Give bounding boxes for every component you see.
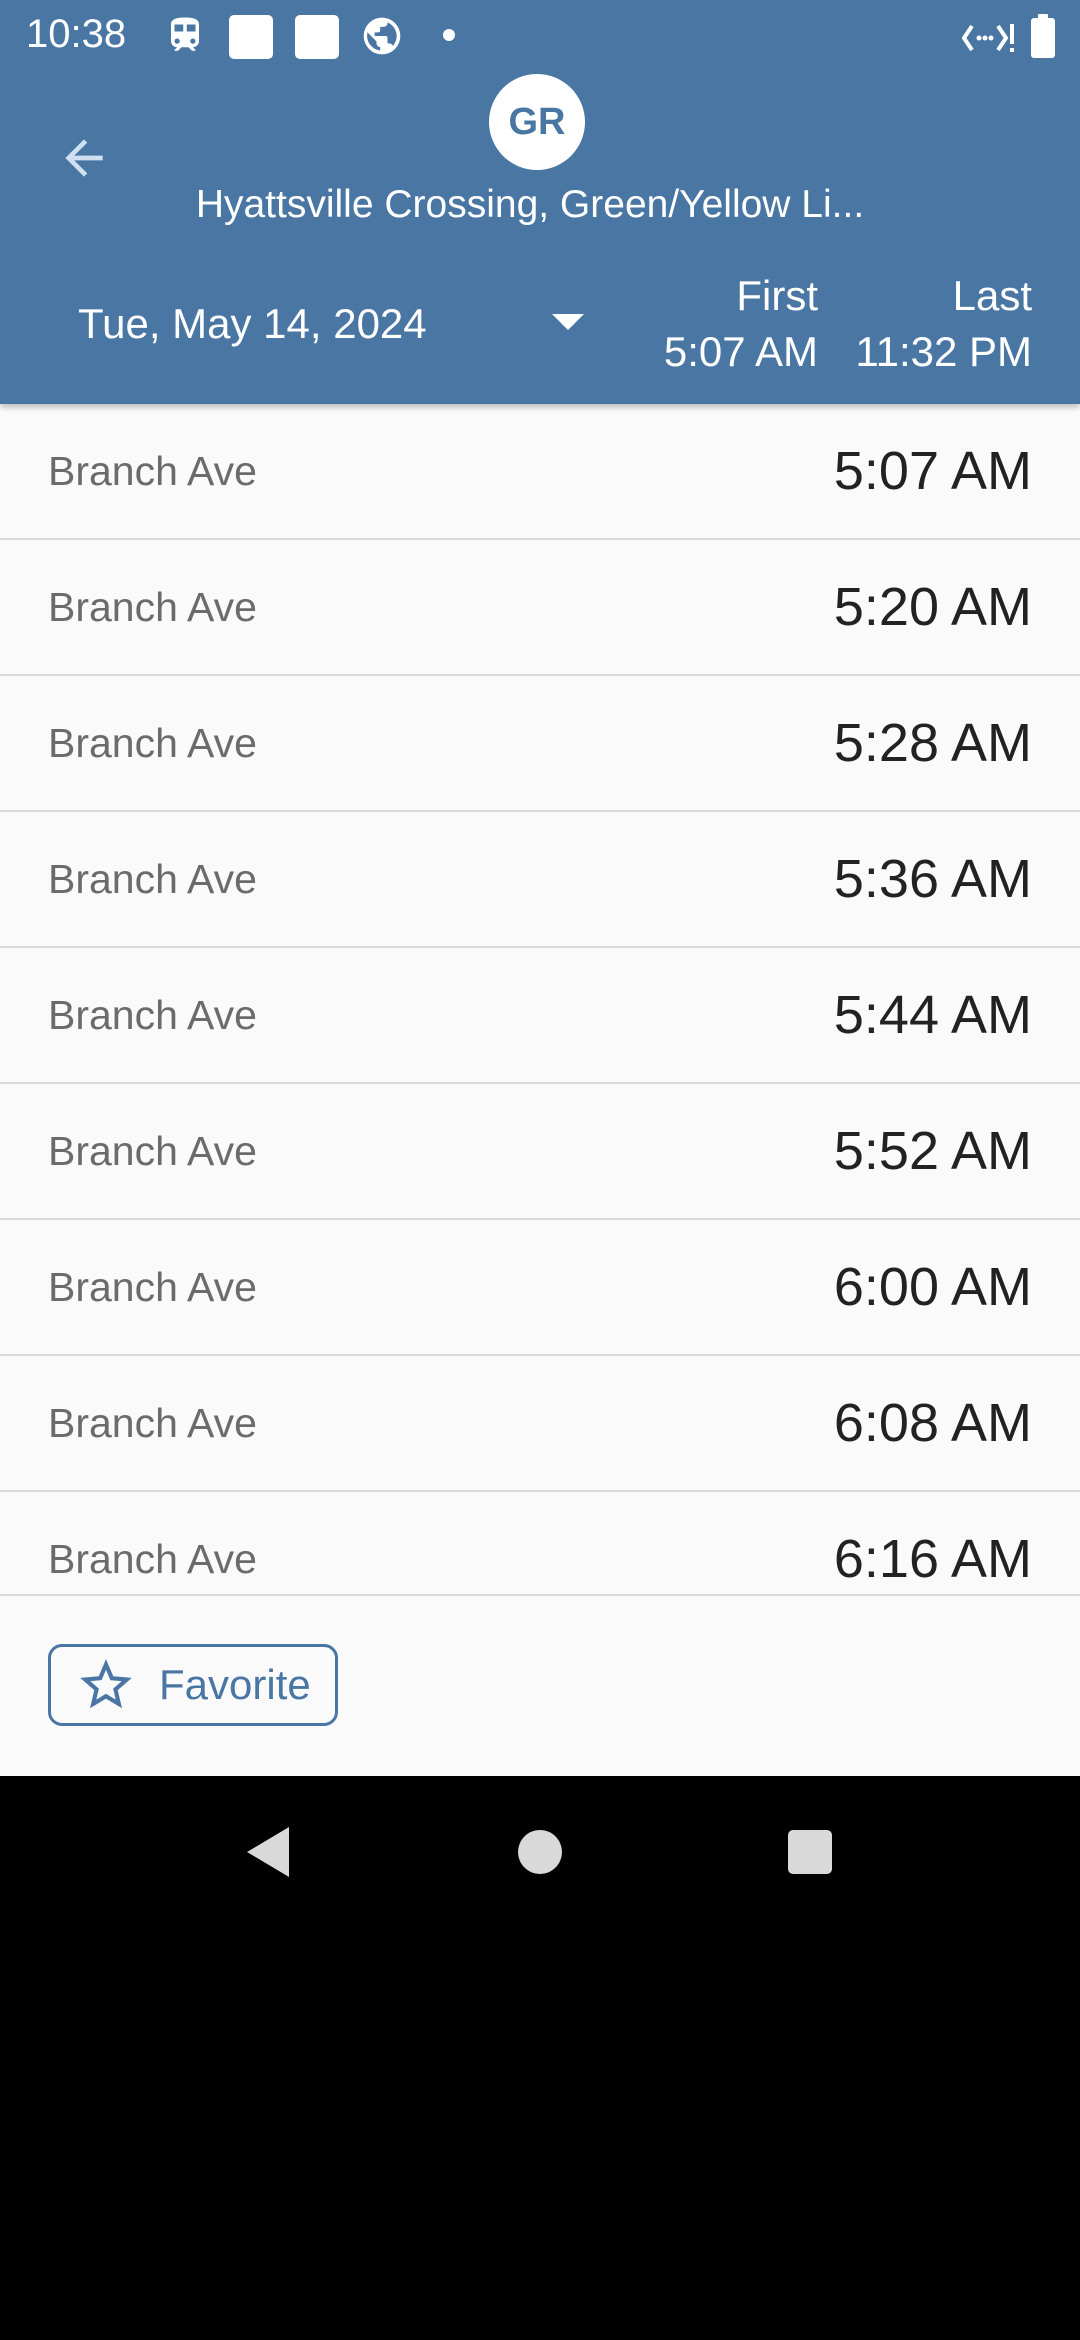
circle-home-icon	[518, 1830, 562, 1874]
destination: Branch Ave	[48, 1400, 257, 1446]
schedule-row[interactable]: Branch Ave 5:28 AM	[0, 676, 1080, 812]
header: 10:38 GR Hyattsville Crossing, Green/Yel…	[0, 0, 1080, 404]
destination: Branch Ave	[48, 1264, 257, 1310]
favorite-label: Favorite	[159, 1661, 311, 1708]
departure-time: 6:00 AM	[833, 1257, 1032, 1317]
notification-square-icon	[294, 14, 340, 60]
schedule-list[interactable]: Branch Ave 5:07 AM Branch Ave 5:20 AM Br…	[0, 404, 1080, 1594]
schedule-row[interactable]: Branch Ave 5:36 AM	[0, 812, 1080, 948]
date-selector[interactable]: Tue, May 14, 2024	[60, 284, 600, 364]
station-title: Hyattsville Crossing, Green/Yellow Li...	[195, 183, 865, 226]
schedule-row[interactable]: Branch Ave 6:08 AM	[0, 1356, 1080, 1492]
divider	[0, 1594, 1080, 1596]
first-train-info: First 5:07 AM	[664, 268, 818, 380]
notification-square-icon	[228, 14, 274, 60]
app-screen: 10:38 GR Hyattsville Crossing, Green/Yel…	[0, 0, 1080, 1776]
schedule-row[interactable]: Branch Ave 5:20 AM	[0, 540, 1080, 676]
chevron-down-icon[interactable]	[552, 314, 584, 330]
first-label: First	[736, 272, 818, 319]
status-time: 10:38	[26, 12, 127, 56]
globe-icon	[360, 14, 404, 58]
schedule-row[interactable]: Branch Ave 5:44 AM	[0, 948, 1080, 1084]
schedule-row[interactable]: Branch Ave 5:07 AM	[0, 404, 1080, 540]
schedule-row[interactable]: Branch Ave 6:00 AM	[0, 1220, 1080, 1356]
departure-time: 5:52 AM	[833, 1121, 1032, 1181]
destination: Branch Ave	[48, 992, 257, 1038]
first-time: 5:07 AM	[663, 328, 818, 375]
departure-time: 5:44 AM	[833, 985, 1032, 1045]
dot-icon	[442, 28, 456, 42]
favorite-button[interactable]: Favorite	[48, 1644, 338, 1726]
last-train-info: Last 11:32 PM	[855, 268, 1032, 380]
schedule-row[interactable]: Branch Ave 6:16 AM	[0, 1492, 1080, 1594]
nav-recents-button[interactable]	[770, 1812, 850, 1892]
arrow-left-icon	[65, 139, 103, 177]
triangle-back-icon	[247, 1827, 289, 1877]
departure-time: 5:28 AM	[833, 713, 1032, 773]
departure-time: 6:08 AM	[833, 1393, 1032, 1453]
destination: Branch Ave	[48, 856, 257, 902]
status-bar: 10:38	[0, 0, 1080, 72]
nav-back-button[interactable]	[228, 1812, 308, 1892]
last-label: Last	[952, 272, 1032, 319]
wifi-calling-icon	[962, 20, 1018, 56]
destination: Branch Ave	[48, 1536, 257, 1582]
date-label: Tue, May 14, 2024	[78, 300, 427, 347]
departure-time: 5:20 AM	[833, 577, 1032, 637]
destination: Branch Ave	[48, 720, 257, 766]
star-outline-icon	[80, 1659, 132, 1709]
battery-icon	[1030, 14, 1056, 58]
train-icon	[164, 14, 206, 56]
line-badge: GR	[489, 74, 585, 170]
system-nav-bar	[0, 1776, 1080, 1920]
departure-time: 5:36 AM	[833, 849, 1032, 909]
departure-time: 5:07 AM	[833, 441, 1032, 501]
departure-time: 6:16 AM	[833, 1529, 1032, 1589]
square-recents-icon	[788, 1830, 832, 1874]
nav-home-button[interactable]	[500, 1812, 580, 1892]
last-time: 11:32 PM	[855, 328, 1032, 375]
destination: Branch Ave	[48, 584, 257, 630]
schedule-row[interactable]: Branch Ave 5:52 AM	[0, 1084, 1080, 1220]
destination: Branch Ave	[48, 1128, 257, 1174]
destination: Branch Ave	[48, 448, 257, 494]
